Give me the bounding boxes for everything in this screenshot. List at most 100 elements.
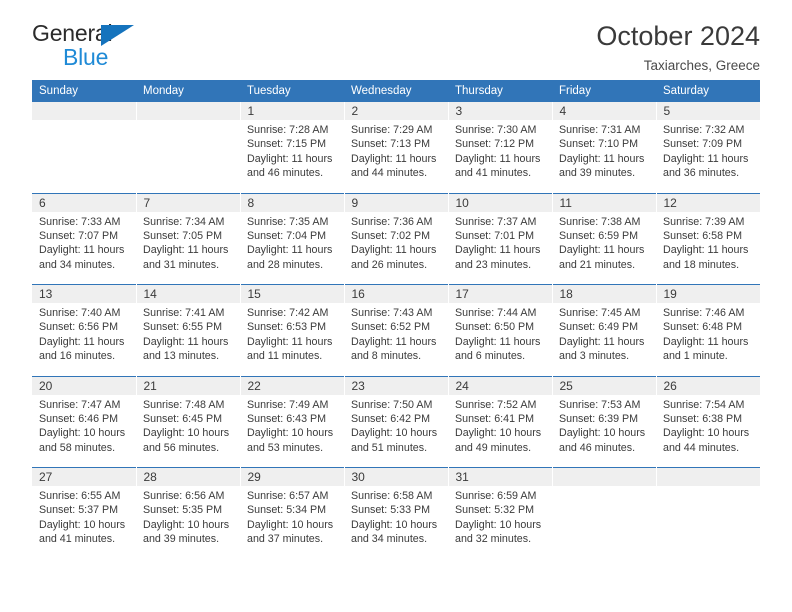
day-number-28[interactable]: 28 <box>136 467 241 486</box>
day-number-13[interactable]: 13 <box>32 284 137 303</box>
day-cell-26[interactable]: Sunrise: 7:54 AM Sunset: 6:38 PM Daylight:… <box>656 394 760 468</box>
daylight-text: and 51 minutes. <box>351 441 428 454</box>
sunrise-text: Sunrise: 7:41 AM <box>143 307 225 319</box>
day-cell-24[interactable]: Sunrise: 7:52 AM Sunset: 6:41 PM Daylight:… <box>448 394 552 468</box>
sunset-text: Sunset: 6:43 PM <box>247 412 327 425</box>
weekday-header-monday: Monday <box>136 80 240 102</box>
daylight-text: Daylight: 10 hours <box>247 427 334 440</box>
day-cell-19[interactable]: Sunrise: 7:46 AM Sunset: 6:48 PM Daylight:… <box>656 303 760 376</box>
day-number-30[interactable]: 30 <box>344 467 449 486</box>
day-number-31[interactable]: 31 <box>448 467 553 486</box>
day-number-empty <box>136 102 241 120</box>
day-cell-30[interactable]: Sunrise: 6:58 AM Sunset: 5:33 PM Daylight:… <box>344 486 448 559</box>
day-number-2[interactable]: 2 <box>344 102 449 120</box>
day-number-8[interactable]: 8 <box>240 192 345 212</box>
daylight-text: Daylight: 11 hours <box>143 335 229 348</box>
day-cell-18[interactable]: Sunrise: 7:45 AM Sunset: 6:49 PM Daylight:… <box>552 303 656 376</box>
day-cell-28[interactable]: Sunrise: 6:56 AM Sunset: 5:35 PM Daylight:… <box>136 486 240 559</box>
day-cell-5[interactable]: Sunrise: 7:32 AM Sunset: 7:09 PM Daylight:… <box>656 120 760 193</box>
sunset-text: Sunset: 7:13 PM <box>351 138 431 151</box>
day-cell-9[interactable]: Sunrise: 7:36 AM Sunset: 7:02 PM Daylight:… <box>344 211 448 285</box>
day-number-5[interactable]: 5 <box>656 102 760 120</box>
day-number-19[interactable]: 19 <box>656 284 760 303</box>
daylight-text: and 41 minutes. <box>39 533 116 546</box>
day-cell-17[interactable]: Sunrise: 7:44 AM Sunset: 6:50 PM Daylight:… <box>448 303 552 376</box>
daylight-text: Daylight: 11 hours <box>455 335 541 348</box>
day-cell-27[interactable]: Sunrise: 6:55 AM Sunset: 5:37 PM Daylight:… <box>32 486 136 559</box>
day-number-18[interactable]: 18 <box>552 284 657 303</box>
daylight-text: Daylight: 10 hours <box>455 427 542 440</box>
day-cell-11[interactable]: Sunrise: 7:38 AM Sunset: 6:59 PM Daylight:… <box>552 211 656 285</box>
day-number-16[interactable]: 16 <box>344 284 449 303</box>
day-number-9[interactable]: 9 <box>344 192 449 212</box>
day-number-24[interactable]: 24 <box>448 375 553 395</box>
day-cell-12[interactable]: Sunrise: 7:39 AM Sunset: 6:58 PM Daylight:… <box>656 211 760 285</box>
day-number-10[interactable]: 10 <box>448 192 553 212</box>
day-number-3[interactable]: 3 <box>448 102 553 120</box>
day-cell-31[interactable]: Sunrise: 6:59 AM Sunset: 5:32 PM Daylight:… <box>448 486 552 559</box>
page-title: October 2024 <box>596 21 760 51</box>
day-number-25[interactable]: 25 <box>552 375 657 395</box>
sunrise-text: Sunrise: 7:37 AM <box>455 215 537 228</box>
day-number-29[interactable]: 29 <box>240 467 345 486</box>
day-cell-14[interactable]: Sunrise: 7:41 AM Sunset: 6:55 PM Daylight:… <box>136 303 240 376</box>
day-cell-2[interactable]: Sunrise: 7:29 AM Sunset: 7:13 PM Daylight:… <box>344 120 448 193</box>
sunset-text: Sunset: 6:58 PM <box>663 229 743 242</box>
day-number-27[interactable]: 27 <box>32 467 137 486</box>
day-cell-16[interactable]: Sunrise: 7:43 AM Sunset: 6:52 PM Daylight:… <box>344 303 448 376</box>
day-number-21[interactable]: 21 <box>136 375 241 395</box>
sunset-text: Sunset: 5:35 PM <box>143 504 223 517</box>
day-number-23[interactable]: 23 <box>344 375 449 395</box>
daylight-text: Daylight: 11 hours <box>455 244 541 257</box>
sunset-text: Sunset: 6:55 PM <box>143 321 223 334</box>
day-number-11[interactable]: 11 <box>552 192 657 212</box>
day-cell-6[interactable]: Sunrise: 7:33 AM Sunset: 7:07 PM Daylight:… <box>32 211 136 285</box>
day-cell-7[interactable]: Sunrise: 7:34 AM Sunset: 7:05 PM Daylight:… <box>136 211 240 285</box>
day-number-14[interactable]: 14 <box>136 284 241 303</box>
week-daynumber-row: 12345 <box>32 102 760 120</box>
generalblue-logo[interactable]: General Blue <box>32 22 152 74</box>
day-cell-25[interactable]: Sunrise: 7:53 AM Sunset: 6:39 PM Daylight:… <box>552 394 656 468</box>
sunrise-text: Sunrise: 7:48 AM <box>143 398 225 411</box>
day-cell-29[interactable]: Sunrise: 6:57 AM Sunset: 5:34 PM Daylight:… <box>240 486 344 559</box>
weekday-headers: Sunday Monday Tuesday Wednesday Thursday Frid… <box>32 80 760 102</box>
day-cell-10[interactable]: Sunrise: 7:37 AM Sunset: 7:01 PM Daylight:… <box>448 211 552 285</box>
day-cell-3[interactable]: Sunrise: 7:30 AM Sunset: 7:12 PM Daylight:… <box>448 120 552 193</box>
daylight-text: Daylight: 10 hours <box>247 518 334 531</box>
sunrise-text: Sunrise: 7:29 AM <box>351 124 433 136</box>
day-cell-20[interactable]: Sunrise: 7:47 AM Sunset: 6:46 PM Daylight:… <box>32 394 136 468</box>
sunrise-text: Sunrise: 6:55 AM <box>39 490 121 502</box>
day-number-1[interactable]: 1 <box>240 102 345 120</box>
sunrise-text: Sunrise: 7:43 AM <box>351 307 433 319</box>
day-number-15[interactable]: 15 <box>240 284 345 303</box>
day-number-7[interactable]: 7 <box>136 192 241 212</box>
sunset-text: Sunset: 5:32 PM <box>455 504 535 517</box>
sunrise-text: Sunrise: 7:52 AM <box>455 398 537 411</box>
day-number-22[interactable]: 22 <box>240 375 345 395</box>
day-cell-23[interactable]: Sunrise: 7:50 AM Sunset: 6:42 PM Daylight:… <box>344 394 448 468</box>
daylight-text: Daylight: 11 hours <box>663 244 749 257</box>
day-cell-1[interactable]: Sunrise: 7:28 AM Sunset: 7:15 PM Daylight:… <box>240 120 344 193</box>
sunrise-text: Sunrise: 7:33 AM <box>39 215 121 228</box>
day-number-26[interactable]: 26 <box>656 375 760 395</box>
daylight-text: and 34 minutes. <box>351 533 428 546</box>
day-cell-22[interactable]: Sunrise: 7:49 AM Sunset: 6:43 PM Daylight:… <box>240 394 344 468</box>
sunrise-text: Sunrise: 7:42 AM <box>247 307 329 319</box>
day-cell-15[interactable]: Sunrise: 7:42 AM Sunset: 6:53 PM Daylight:… <box>240 303 344 376</box>
daylight-text: and 16 minutes. <box>39 350 116 363</box>
day-cell-13[interactable]: Sunrise: 7:40 AM Sunset: 6:56 PM Daylight:… <box>32 303 136 376</box>
day-cell-empty <box>656 486 760 559</box>
day-number-4[interactable]: 4 <box>552 102 657 120</box>
day-number-20[interactable]: 20 <box>32 375 137 395</box>
daylight-text: Daylight: 11 hours <box>247 152 333 165</box>
day-number-6[interactable]: 6 <box>32 192 137 212</box>
sunrise-text: Sunrise: 6:58 AM <box>351 490 433 502</box>
daylight-text: Daylight: 11 hours <box>143 244 229 257</box>
day-number-12[interactable]: 12 <box>656 192 760 212</box>
day-cell-4[interactable]: Sunrise: 7:31 AM Sunset: 7:10 PM Daylight:… <box>552 120 656 193</box>
sunset-text: Sunset: 5:34 PM <box>247 504 327 517</box>
day-number-17[interactable]: 17 <box>448 284 553 303</box>
day-cell-8[interactable]: Sunrise: 7:35 AM Sunset: 7:04 PM Daylight:… <box>240 211 344 285</box>
daylight-text: Daylight: 10 hours <box>143 518 230 531</box>
day-cell-21[interactable]: Sunrise: 7:48 AM Sunset: 6:45 PM Daylight:… <box>136 394 240 468</box>
